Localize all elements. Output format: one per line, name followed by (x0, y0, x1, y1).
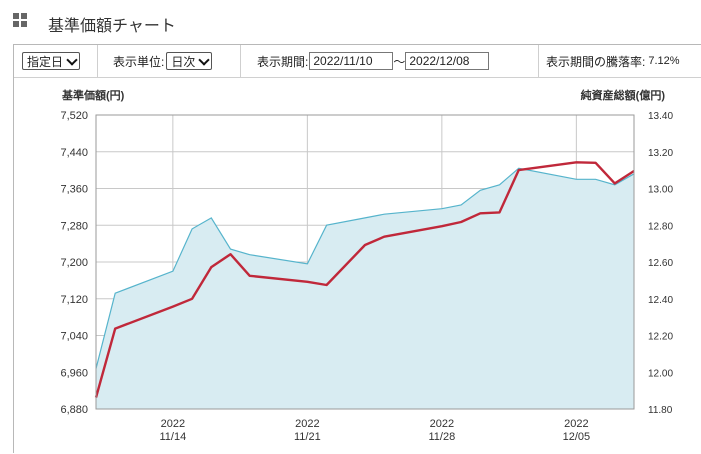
period-cell: 表示期間: 2022/11/10 〜 2022/12/08 (257, 45, 490, 77)
period-separator: 〜 (393, 54, 406, 69)
right-tick-label: 11.80 (648, 405, 673, 416)
assets-area-fill (96, 168, 634, 409)
left-axis-ticks: 7,520 7,440 7,360 7,280 7,200 7,120 7,040 6,960… (60, 110, 88, 416)
right-tick-label: 12.80 (648, 221, 673, 232)
x-tick-year: 2022 (161, 418, 185, 430)
left-tick-label: 7,040 (60, 331, 88, 343)
chart-header: 基準価額チャート (0, 0, 701, 44)
left-tick-label: 6,880 (60, 404, 88, 416)
x-tick-year: 2022 (295, 418, 319, 430)
left-tick-label: 7,360 (60, 184, 88, 196)
toolbar-divider (538, 45, 539, 77)
grid-icon (13, 13, 27, 27)
change-label: 表示期間の騰落率: (546, 54, 646, 69)
x-tick-date: 11/28 (428, 431, 455, 443)
page-title: 基準価額チャート (48, 18, 176, 35)
date-select-cell: 指定日 (22, 45, 81, 77)
chart-toolbar: 指定日 表示単位: 日次 表示期間: 2022/11/10 〜 2022/12/… (14, 45, 701, 78)
chevron-down-icon (66, 53, 78, 66)
nav-chart: 基準価額(円) 純資産総額(億円) 7,5207,4407,3607,2807,… (60, 88, 673, 443)
left-axis-label: 基準価額(円) (61, 88, 125, 102)
right-tick-label: 13.40 (648, 111, 673, 122)
unit-select[interactable]: 日次 (166, 52, 213, 70)
unit-label: 表示単位: (113, 54, 165, 69)
left-tick-label: 7,520 (60, 110, 88, 122)
x-tick-date: 11/14 (159, 431, 186, 443)
right-tick-label: 13.00 (648, 185, 673, 196)
right-tick-label: 12.40 (648, 295, 673, 306)
right-tick-label: 12.60 (648, 258, 673, 269)
right-tick-label: 12.20 (648, 332, 673, 343)
period-start-input[interactable]: 2022/11/10 (309, 52, 394, 70)
date-select-value: 指定日 (27, 54, 64, 69)
period-label: 表示期間: (257, 54, 309, 69)
left-tick-label: 7,120 (60, 294, 88, 306)
left-axis-title: 基準価額(円) (61, 88, 125, 102)
right-axis-title: 純資産総額(億円) (581, 88, 666, 102)
unit-cell: 表示単位: 日次 (113, 45, 213, 77)
chart-panel: 指定日 表示単位: 日次 表示期間: 2022/11/10 〜 2022/12/… (13, 44, 701, 453)
x-tick-date: 12/05 (563, 431, 591, 443)
toolbar-divider (240, 45, 241, 77)
x-tick-year: 2022 (430, 418, 454, 430)
change-cell: 表示期間の騰落率: 7.12% (546, 45, 680, 77)
x-axis-ticks: 202211/14202211/21202211/28202212/05 (159, 418, 590, 443)
left-tick-label: 7,280 (60, 220, 88, 232)
right-axis-label: 純資産総額(億円) (581, 88, 666, 102)
right-tick-label: 13.20 (648, 148, 673, 159)
right-axis-ticks: 13.40 13.20 13.00 12.80 12.60 12.40 12.20 12.00… (648, 111, 673, 416)
x-tick-date: 11/21 (294, 431, 321, 443)
left-tick-label: 6,960 (60, 367, 88, 379)
period-end-input[interactable]: 2022/12/08 (405, 52, 490, 70)
left-tick-label: 7,440 (60, 147, 88, 159)
date-select[interactable]: 指定日 (22, 52, 81, 70)
chevron-down-icon (198, 53, 211, 66)
left-tick-label: 7,200 (60, 257, 88, 269)
change-value: 7.12% (648, 55, 680, 67)
unit-select-value: 日次 (171, 54, 196, 69)
assets-area-series (95, 167, 635, 409)
right-tick-label: 12.00 (648, 368, 673, 379)
x-tick-year: 2022 (564, 418, 588, 430)
toolbar-divider (97, 45, 98, 77)
